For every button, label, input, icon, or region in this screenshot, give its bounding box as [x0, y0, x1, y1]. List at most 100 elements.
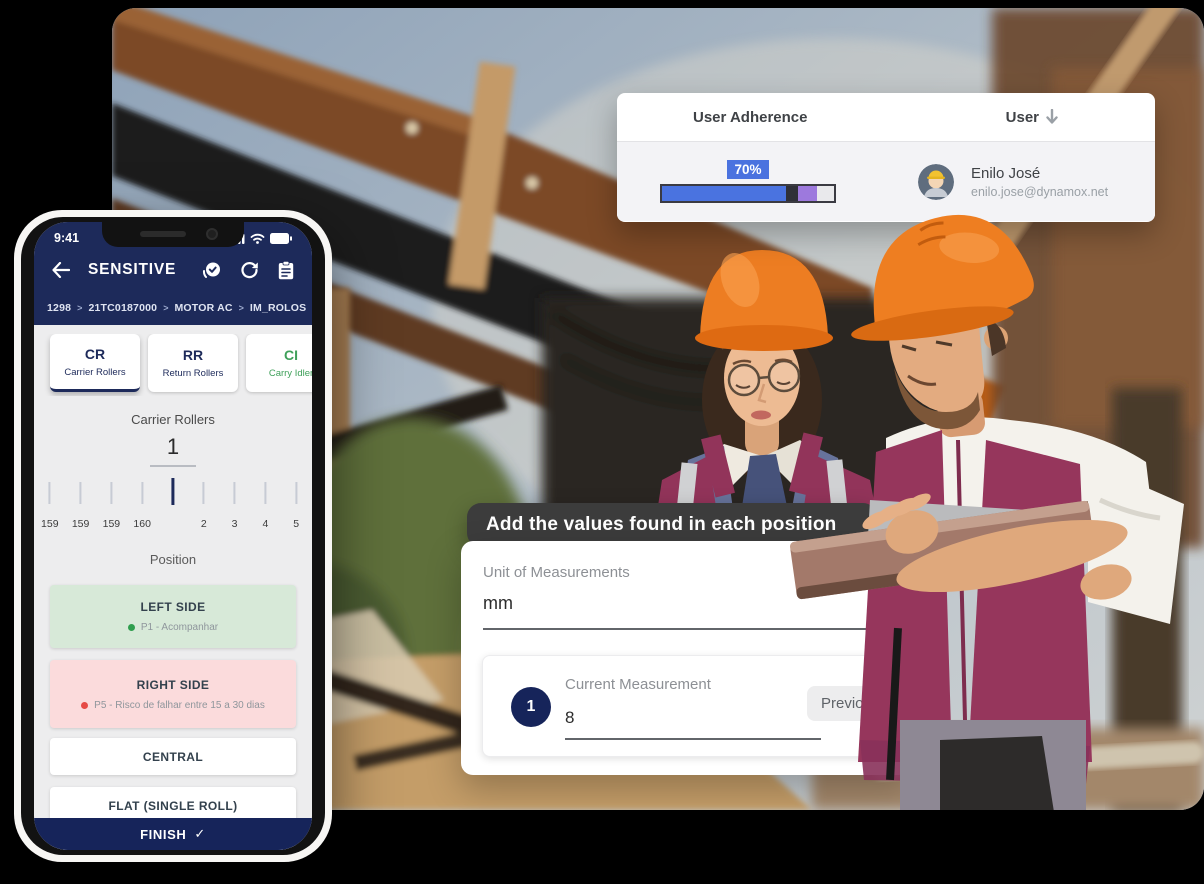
tick-mark: [264, 482, 266, 504]
adherence-progress: 70%: [660, 160, 836, 203]
status-dot-red: [81, 702, 88, 709]
adherence-title: User Adherence: [693, 109, 808, 126]
picker-tick-selected[interactable]: [158, 478, 189, 531]
row-number-badge: 1: [511, 687, 551, 727]
chevron-right-icon: >: [239, 303, 244, 313]
tick-mark: [141, 482, 143, 504]
phone-notch: [102, 222, 244, 247]
breadcrumb: 1298 > 21TC0187000 > MOTOR AC > IM_ROLOS: [34, 290, 312, 325]
progress-segment: [798, 186, 817, 201]
finish-button[interactable]: FINISH ✓: [34, 818, 312, 850]
picker-selected-value: 1: [34, 434, 312, 460]
roller-type-tabs: CR Carrier Rollers RR Return Rollers CI …: [34, 334, 312, 396]
tab-label: Carry Idler: [269, 368, 312, 379]
tick-mark: [234, 482, 236, 504]
measurement-card: Unit of Measurements mm 1 Current Measur…: [461, 541, 910, 775]
position-title: CENTRAL: [143, 750, 203, 764]
position-card-right-side[interactable]: RIGHT SIDE P5 - Risco de falhar entre 15…: [50, 660, 296, 728]
adherence-row: 70% Enilo José enilo.jose@dynamox.net: [617, 142, 1155, 221]
status-time: 9:41: [54, 231, 79, 245]
tick-label: 2: [201, 518, 207, 530]
number-picker-ruler[interactable]: 159 159 159 160 2 3 4 5: [34, 478, 311, 531]
clipboard-icon[interactable]: [278, 261, 294, 280]
app-bar: SENSITIVE: [34, 250, 312, 290]
picker-tick[interactable]: 160: [127, 478, 158, 531]
user-adherence-card: User Adherence User 70%: [617, 93, 1155, 222]
picker-tick[interactable]: 159: [34, 478, 65, 531]
current-measurement-input[interactable]: 8: [565, 708, 574, 728]
tick-label: 4: [262, 518, 268, 530]
user-email: enilo.jose@dynamox.net: [971, 185, 1108, 199]
tick-mark: [171, 478, 174, 505]
position-status: P5 - Risco de falhar entre 15 a 30 dias: [81, 700, 265, 711]
position-title: LEFT SIDE: [141, 600, 206, 614]
tick-label: 159: [72, 518, 90, 530]
battery-icon: [270, 233, 292, 244]
tab-code: RR: [183, 347, 203, 363]
position-title: FLAT (SINGLE ROLL): [109, 799, 238, 813]
tick-mark: [203, 482, 205, 504]
previous-value-chip: Previous: 8 mm: [807, 686, 939, 721]
picker-tick[interactable]: 2: [188, 478, 219, 531]
position-status: P1 - Acompanhar: [128, 622, 218, 633]
tick-label: 159: [103, 518, 121, 530]
sync-done-icon[interactable]: [202, 261, 221, 280]
phone-screen: 9:41: [34, 222, 312, 850]
tab-label: Return Rollers: [163, 368, 224, 379]
app-title: SENSITIVE: [88, 261, 176, 279]
unit-input-underline: [483, 628, 896, 630]
progress-segment: [662, 186, 786, 201]
avatar: [918, 164, 954, 200]
front-camera: [206, 228, 218, 240]
current-measurement-label: Current Measurement: [565, 676, 711, 693]
tick-mark: [295, 482, 297, 504]
unit-input[interactable]: mm: [483, 593, 513, 614]
picker-underline: [150, 465, 196, 467]
position-heading: Position: [34, 552, 312, 567]
chevron-right-icon: >: [77, 303, 82, 313]
adherence-progress-bar: [660, 184, 836, 203]
position-status-text: P5 - Risco de falhar entre 15 a 30 dias: [94, 700, 265, 711]
picker-tick[interactable]: 5: [281, 478, 312, 531]
phone-mockup: 9:41: [14, 210, 332, 862]
picker-tick[interactable]: 159: [65, 478, 96, 531]
tab-carrier-rollers[interactable]: CR Carrier Rollers: [50, 334, 140, 392]
position-card-central[interactable]: CENTRAL: [50, 738, 296, 775]
tick-label: 3: [232, 518, 238, 530]
chevron-right-icon: >: [163, 303, 168, 313]
measurement-row-card: 1 Current Measurement 8 Previous: 8 mm: [482, 655, 896, 757]
wifi-icon: [250, 233, 265, 244]
refresh-icon[interactable]: [241, 261, 258, 279]
position-status-text: P1 - Acompanhar: [141, 622, 218, 633]
speaker-slot: [140, 231, 186, 237]
position-title: RIGHT SIDE: [137, 678, 210, 692]
breadcrumb-item[interactable]: 21TC0187000: [88, 302, 157, 314]
tick-label: 160: [133, 518, 151, 530]
tab-carry-idler[interactable]: CI Carry Idler: [246, 334, 312, 392]
marketing-composite: User Adherence User 70%: [0, 0, 1204, 884]
user-sort-header[interactable]: User: [1006, 109, 1059, 126]
user-name: Enilo José: [971, 165, 1108, 182]
user-sort-label: User: [1006, 109, 1039, 126]
picker-tick[interactable]: 4: [250, 478, 281, 531]
picker-tick[interactable]: 3: [219, 478, 250, 531]
breadcrumb-item-current[interactable]: IM_ROLOS: [250, 302, 306, 314]
user-identity: Enilo José enilo.jose@dynamox.net: [971, 165, 1108, 199]
back-button[interactable]: [52, 262, 70, 278]
picker-title: Carrier Rollers: [34, 412, 312, 427]
tab-code: CI: [284, 347, 298, 363]
tick-label: 159: [41, 518, 59, 530]
adherence-header: User Adherence User: [617, 93, 1155, 142]
progress-segment: [786, 186, 798, 201]
breadcrumb-item[interactable]: 1298: [47, 302, 71, 314]
position-card-left-side[interactable]: LEFT SIDE P1 - Acompanhar: [50, 585, 296, 648]
user-cell: Enilo José enilo.jose@dynamox.net: [918, 164, 1108, 200]
finish-label: FINISH: [140, 827, 186, 842]
breadcrumb-item[interactable]: MOTOR AC: [174, 302, 232, 314]
tick-mark: [49, 482, 51, 504]
tab-return-rollers[interactable]: RR Return Rollers: [148, 334, 238, 392]
check-icon: ✓: [194, 826, 206, 842]
status-dot-green: [128, 624, 135, 631]
picker-tick[interactable]: 159: [96, 478, 127, 531]
progress-segment: [817, 186, 834, 201]
